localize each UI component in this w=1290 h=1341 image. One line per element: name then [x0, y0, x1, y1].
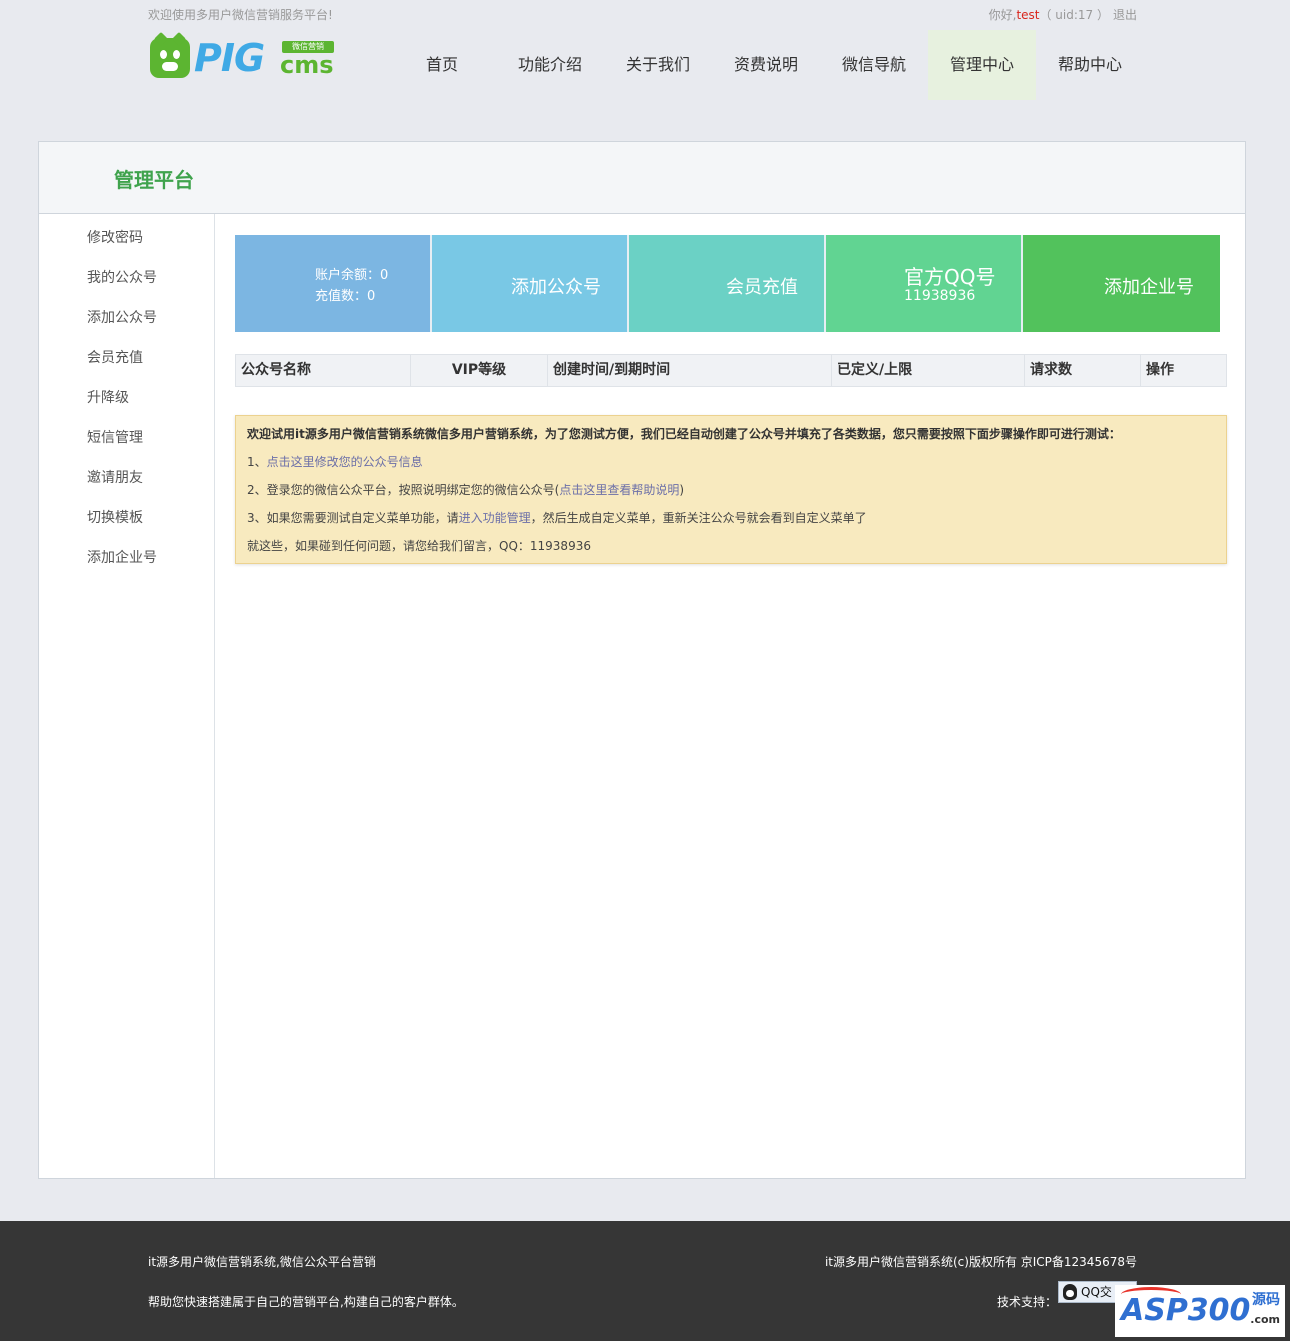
sidebar-item-sms[interactable]: 短信管理 [87, 427, 143, 447]
step2-suffix: ) [679, 483, 685, 497]
qq-button-label: QQ交 [1081, 1285, 1112, 1299]
function-manage-link[interactable]: 进入功能管理 [459, 511, 531, 525]
step1-prefix: 1、 [247, 455, 267, 469]
edit-account-link[interactable]: 点击这里修改您的公众号信息 [267, 455, 423, 469]
official-qq-title: 官方QQ号 [904, 265, 996, 289]
step2-prefix: 2、登录您的微信公众平台，按照说明绑定您的微信公众号( [247, 483, 560, 497]
management-panel: 管理平台 修改密码 我的公众号 添加公众号 会员充值 升降级 短信管理 邀请朋友… [38, 141, 1246, 1179]
recharge-count-label: 充值数：0 [315, 289, 376, 304]
step3-prefix: 3、如果您需要测试自定义菜单功能，请 [247, 511, 459, 525]
main-nav: 首页 功能介绍 关于我们 资费说明 微信导航 管理中心 帮助中心 [388, 30, 1144, 100]
sidebar-item-change-password[interactable]: 修改密码 [87, 227, 143, 247]
uid-text: （ uid:17 ） [1039, 8, 1109, 22]
add-enterprise-label: 添加企业号 [1104, 277, 1194, 298]
balance-tile: 账户余额：0 充值数：0 [235, 235, 432, 332]
add-account-tile[interactable]: 添加公众号 [432, 235, 629, 332]
add-account-label: 添加公众号 [511, 277, 601, 298]
watermark-text: ASP300 [1121, 1293, 1251, 1328]
sidebar-item-member-recharge[interactable]: 会员充值 [87, 347, 143, 367]
footer-description: 帮助您快速搭建属于自己的营销平台,构建自己的客户群体。 [148, 1295, 464, 1309]
nav-admin-center[interactable]: 管理中心 [928, 30, 1036, 100]
help-doc-link[interactable]: 点击这里查看帮助说明 [559, 483, 679, 497]
notice-step-1: 1、点击这里修改您的公众号信息 [247, 453, 423, 470]
panel-header: 管理平台 [39, 142, 1245, 214]
logo-brand-text: PIG [194, 36, 265, 80]
nav-help-center[interactable]: 帮助中心 [1036, 30, 1144, 100]
welcome-notice: 欢迎试用it源多用户微信营销系统微信多用户营销系统，为了您测试方便，我们已经自动… [235, 415, 1227, 564]
notice-step-2: 2、登录您的微信公众平台，按照说明绑定您的微信公众号(点击这里查看帮助说明) [247, 481, 684, 498]
balance-label: 账户余额：0 [315, 268, 389, 283]
greeting-text: 你好, [988, 8, 1017, 22]
official-qq-number: 11938936 [904, 288, 976, 304]
member-recharge-tile[interactable]: 会员充值 [629, 235, 826, 332]
nav-features[interactable]: 功能介绍 [496, 30, 604, 100]
sidebar-item-my-accounts[interactable]: 我的公众号 [87, 267, 157, 287]
qq-penguin-icon [1063, 1284, 1077, 1300]
nav-home[interactable]: 首页 [388, 30, 496, 100]
footer-copyright: it源多用户微信营销系统(c)版权所有 京ICP备12345678号 [824, 1255, 1137, 1269]
footer-tagline: it源多用户微信营销系统,微信公众平台营销 [148, 1255, 376, 1269]
nav-pricing[interactable]: 资费说明 [712, 30, 820, 100]
official-qq-tile: 官方QQ号 11938936 [826, 235, 1023, 332]
nav-about[interactable]: 关于我们 [604, 30, 712, 100]
site-logo[interactable]: PIG 微信营销 cms [150, 31, 340, 80]
add-enterprise-tile[interactable]: 添加企业号 [1023, 235, 1220, 332]
watermark-cn: 源码 [1252, 1292, 1280, 1308]
notice-intro: 欢迎试用it源多用户微信营销系统微信多用户营销系统，为了您测试方便，我们已经自动… [247, 427, 1121, 441]
notice-step-3: 3、如果您需要测试自定义菜单功能，请进入功能管理，然后生成自定义菜单，重新关注公… [247, 509, 867, 526]
col-requests: 请求数 [1025, 355, 1141, 386]
top-bar: 欢迎使用多用户微信营销服务平台! 你好,test（ uid:17 ） 退出 [0, 0, 1290, 28]
logo-cms-text: cms [280, 51, 334, 79]
notice-closing: 就这些，如果碰到任何问题，请您给我们留言，QQ：11938936 [247, 539, 591, 553]
sidebar: 修改密码 我的公众号 添加公众号 会员充值 升降级 短信管理 邀请朋友 切换模板… [39, 214, 215, 1178]
sidebar-item-upgrade[interactable]: 升降级 [87, 387, 129, 407]
page-title: 管理平台 [114, 168, 194, 192]
nav-wechat-guide[interactable]: 微信导航 [820, 30, 928, 100]
watermark-com: .com [1250, 1313, 1280, 1326]
sidebar-item-invite[interactable]: 邀请朋友 [87, 467, 143, 487]
col-vip-level: VIP等级 [411, 355, 548, 386]
col-account-name: 公众号名称 [236, 355, 411, 386]
sidebar-item-add-account[interactable]: 添加公众号 [87, 307, 157, 327]
asp300-watermark-logo: ASP300 源码 .com [1115, 1285, 1285, 1337]
sidebar-item-add-enterprise[interactable]: 添加企业号 [87, 547, 157, 567]
welcome-text: 欢迎使用多用户微信营销服务平台! [148, 8, 333, 22]
sidebar-item-switch-template[interactable]: 切换模板 [87, 507, 143, 527]
col-created-expiry: 创建时间/到期时间 [548, 355, 832, 386]
pig-icon [150, 31, 190, 78]
footer-support-label: 技术支持： [997, 1295, 1058, 1309]
step3-suffix: ，然后生成自定义菜单，重新关注公众号就会看到自定义菜单了 [530, 511, 867, 525]
member-recharge-label: 会员充值 [726, 277, 798, 298]
col-actions: 操作 [1146, 362, 1174, 378]
username-link[interactable]: test [1016, 8, 1039, 22]
logout-link[interactable]: 退出 [1113, 8, 1137, 22]
accounts-table-header: 公众号名称 VIP等级 创建时间/到期时间 已定义/上限 请求数 操作 [235, 354, 1227, 387]
col-defined-limit: 已定义/上限 [832, 355, 1025, 386]
footer: it源多用户微信营销系统,微信公众平台营销 帮助您快速搭建属于自己的营销平台,构… [0, 1221, 1290, 1341]
user-info: 你好,test（ uid:17 ） 退出 [989, 6, 1137, 23]
stat-tiles: 账户余额：0 充值数：0 添加公众号 会员充值 官方QQ号 11938936 添… [235, 235, 1220, 332]
